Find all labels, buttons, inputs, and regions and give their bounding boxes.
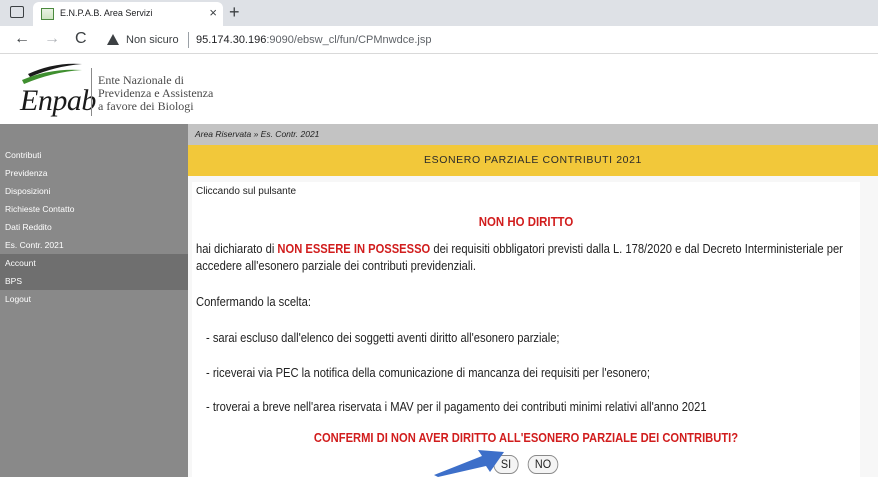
security-status[interactable]: Non sicuro bbox=[126, 34, 179, 46]
page-title: ESONERO PARZIALE CONTRIBUTI 2021 bbox=[424, 154, 642, 166]
sidebar-item-dati-reddito[interactable]: Dati Reddito bbox=[0, 218, 188, 236]
declaration-pre: hai dichiarato di bbox=[196, 241, 278, 256]
url-host: 95.174.30.196 bbox=[196, 34, 267, 46]
forward-button[interactable]: → bbox=[44, 30, 60, 48]
confirm-intro: Confermando la scelta: bbox=[196, 294, 311, 309]
browser-tab[interactable]: E.N.P.A.B. Area Servizi × bbox=[33, 2, 223, 26]
sidebar-item-es-contr-2021[interactable]: Es. Contr. 2021 bbox=[0, 236, 188, 254]
tab-actions-icon[interactable] bbox=[10, 6, 24, 18]
sidebar-item-disposizioni[interactable]: Disposizioni bbox=[0, 182, 188, 200]
logo-divider bbox=[91, 68, 92, 116]
browser-tab-bar: E.N.P.A.B. Area Servizi × + bbox=[0, 0, 878, 26]
close-tab-icon[interactable]: × bbox=[209, 5, 217, 21]
address-bar[interactable]: 95.174.30.196:9090/ebsw_cl/fun/CPMnwdce.… bbox=[196, 34, 431, 46]
enpab-logo-swoosh-icon bbox=[22, 63, 82, 84]
reload-button[interactable]: C bbox=[75, 30, 87, 48]
pointer-arrow-icon bbox=[434, 450, 504, 477]
consequence-item: - troverai a breve nell'area riservata i… bbox=[206, 399, 707, 414]
org-line-3: a favore dei Biologi bbox=[98, 99, 194, 113]
tab-title: E.N.P.A.B. Area Servizi bbox=[60, 8, 153, 18]
new-tab-button[interactable]: + bbox=[229, 2, 240, 22]
breadcrumb-bar: Area Riservata » Es. Contr. 2021 bbox=[188, 124, 878, 145]
url-separator bbox=[188, 32, 189, 48]
sidebar-item-previdenza[interactable]: Previdenza bbox=[0, 164, 188, 182]
intro-text: Cliccando sul pulsante bbox=[196, 186, 297, 197]
page-title-bar: ESONERO PARZIALE CONTRIBUTI 2021 bbox=[188, 145, 878, 176]
sidebar-item-contributi[interactable]: Contributi bbox=[0, 146, 188, 164]
site-favicon-icon bbox=[41, 8, 54, 20]
organization-name: Ente Nazionale di Previdenza e Assistenz… bbox=[98, 74, 213, 113]
consequence-item: - riceverai via PEC la notifica della co… bbox=[206, 365, 650, 380]
sidebar-item-richieste-contatto[interactable]: Richieste Contatto bbox=[0, 200, 188, 218]
content-area: Cliccando sul pulsante NON HO DIRITTO ha… bbox=[188, 176, 878, 477]
logo-wordmark[interactable]: Enpab bbox=[20, 84, 96, 118]
browser-toolbar: ← → C Non sicuro 95.174.30.196:9090/ebsw… bbox=[0, 26, 878, 54]
choice-heading: NON HO DIRITTO bbox=[478, 214, 574, 229]
content-panel: Cliccando sul pulsante NON HO DIRITTO ha… bbox=[192, 182, 860, 477]
sidebar-item-bps[interactable]: BPS bbox=[0, 272, 188, 290]
back-button[interactable]: ← bbox=[14, 30, 30, 48]
no-button[interactable]: NO bbox=[527, 455, 559, 474]
breadcrumb[interactable]: Area Riservata » Es. Contr. 2021 bbox=[195, 129, 319, 139]
warning-icon[interactable] bbox=[107, 34, 119, 45]
declaration-highlight: NON ESSERE IN POSSESSO bbox=[277, 241, 431, 256]
confirmation-buttons: SI NO bbox=[192, 455, 860, 474]
site-header: Enpab Ente Nazionale di Previdenza e Ass… bbox=[0, 54, 878, 124]
consequence-item: - sarai escluso dall'elenco dei soggetti… bbox=[206, 330, 560, 345]
confirmation-question: CONFERMI DI NON AVER DIRITTO ALL'ESONERO… bbox=[313, 430, 739, 445]
sidebar-item-account[interactable]: Account bbox=[0, 254, 188, 272]
declaration-text: hai dichiarato di NON ESSERE IN POSSESSO… bbox=[196, 240, 858, 274]
sidebar-item-logout[interactable]: Logout bbox=[0, 290, 188, 308]
url-path: :9090/ebsw_cl/fun/CPMnwdce.jsp bbox=[266, 34, 432, 46]
sidebar-nav: Contributi Previdenza Disposizioni Richi… bbox=[0, 124, 188, 477]
